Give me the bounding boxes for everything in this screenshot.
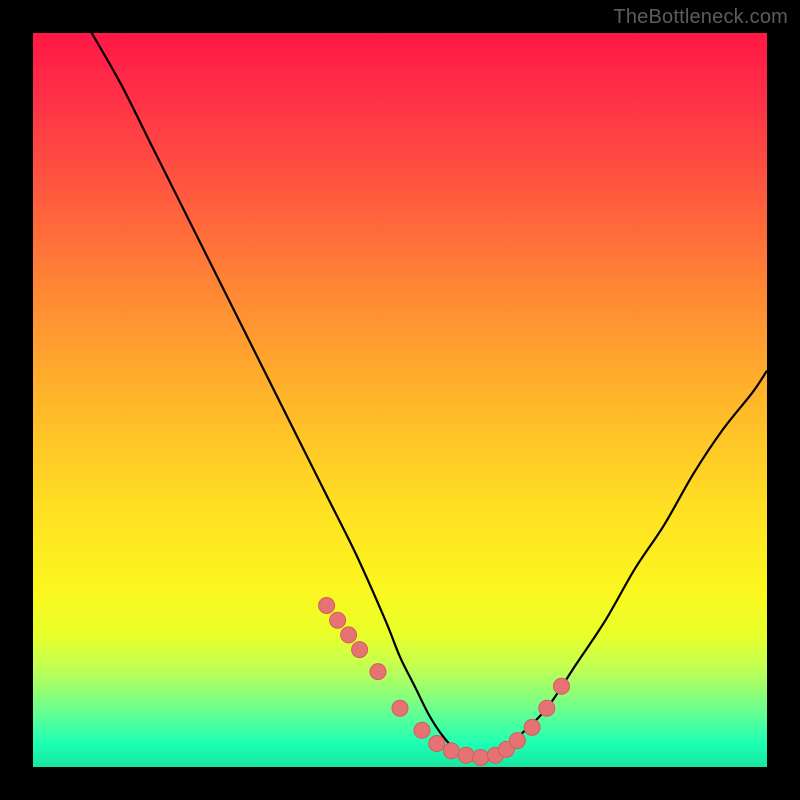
marker-point	[392, 700, 408, 716]
marker-point	[352, 642, 368, 658]
marker-point	[330, 612, 346, 628]
marker-point	[319, 598, 335, 614]
marker-point	[509, 733, 525, 749]
marker-point	[554, 678, 570, 694]
highlight-markers	[319, 598, 570, 766]
marker-point	[414, 722, 430, 738]
marker-point	[370, 664, 386, 680]
marker-point	[539, 700, 555, 716]
bottleneck-curve	[92, 33, 767, 761]
curve-svg	[33, 33, 767, 767]
marker-point	[341, 627, 357, 643]
marker-point	[524, 719, 540, 735]
chart-frame: TheBottleneck.com	[0, 0, 800, 800]
watermark-label: TheBottleneck.com	[613, 6, 788, 29]
marker-point	[429, 736, 445, 752]
plot-area	[33, 33, 767, 767]
marker-point	[443, 743, 459, 759]
marker-point	[473, 750, 489, 766]
marker-point	[458, 747, 474, 763]
